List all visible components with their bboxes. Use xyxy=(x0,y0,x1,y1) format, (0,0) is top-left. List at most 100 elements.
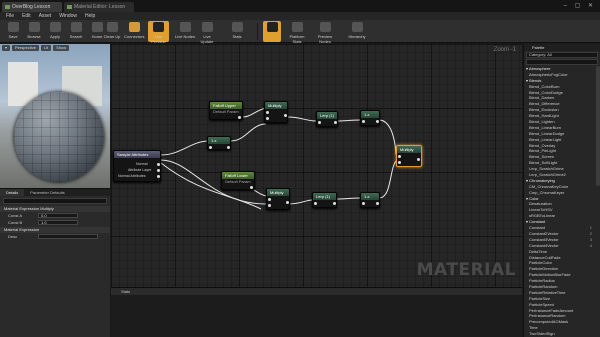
palette-item-label: Constant3Vector xyxy=(529,236,559,242)
material-graph[interactable]: Zoom -1 Sample Attributes Normal Attribu… xyxy=(111,44,522,287)
output-pin[interactable] xyxy=(157,163,160,166)
node-sample-attributes[interactable]: Sample Attributes Normal Attribute Layer… xyxy=(113,150,161,182)
tab-material-editor[interactable]: Material Editor: Lesson xyxy=(64,2,134,12)
palette-panel: Palette Category: All ▾ Atmosphere Atmosp… xyxy=(523,44,600,337)
pin-label: Normal Attributes xyxy=(118,174,146,178)
menu-asset[interactable]: Asset xyxy=(39,12,52,20)
clean-up-button[interactable]: Clean Up xyxy=(102,21,122,42)
const-a-input[interactable]: 0.0 xyxy=(38,213,78,218)
node-multiply-upper[interactable]: Multiply xyxy=(264,101,288,123)
palette-item[interactable]: TwoSidedSign xyxy=(524,331,600,337)
live-nodes-button[interactable]: Live Nodes xyxy=(175,21,195,42)
lit-button[interactable]: Lit xyxy=(40,45,52,51)
menu-window[interactable]: Window xyxy=(59,12,77,20)
platform-stats-button[interactable]: Platform Stats xyxy=(285,21,309,44)
live-update-button[interactable]: Live Update xyxy=(197,21,217,44)
input-pin[interactable] xyxy=(398,161,401,164)
input-pin[interactable] xyxy=(314,202,317,205)
save-button[interactable]: Save xyxy=(3,21,23,42)
palette-item-label: Blend_Darken xyxy=(529,95,555,101)
property-row: Const B 1.0 xyxy=(0,219,110,226)
hierarchy-button[interactable]: Hierarchy xyxy=(344,21,370,42)
menu-edit[interactable]: Edit xyxy=(22,12,31,20)
output-pin[interactable] xyxy=(333,202,336,205)
category-dropdown[interactable]: Category: All xyxy=(526,52,598,58)
property-label: Const A xyxy=(8,213,23,218)
platform-stats-toggle[interactable] xyxy=(263,21,281,42)
menu-help[interactable]: Help xyxy=(85,12,95,20)
home-icon xyxy=(91,22,103,32)
palette-item-label: Blend_Difference xyxy=(529,101,560,107)
input-pin[interactable] xyxy=(209,146,212,149)
node-multiply-final[interactable]: Multiply xyxy=(396,145,422,167)
node-one-minus[interactable]: 1-x xyxy=(207,136,231,150)
stats-tab[interactable]: Stats xyxy=(111,288,522,295)
node-subtitle: Default Param xyxy=(213,109,239,114)
node-title: Sample Attributes xyxy=(114,151,160,158)
tab-label: Material Editor: Lesson xyxy=(74,4,126,10)
desc-input[interactable] xyxy=(38,234,98,239)
output-pin[interactable] xyxy=(238,116,241,119)
output-pin[interactable] xyxy=(376,120,379,123)
node-falloff-upper[interactable]: Falloff Upper Default Param xyxy=(209,101,243,120)
output-pin[interactable] xyxy=(334,121,337,124)
node-lerp-lower[interactable]: Lerp (1) xyxy=(312,192,337,208)
preview-nodes-button[interactable]: Preview Nodes xyxy=(313,21,337,44)
property-row: Desc xyxy=(0,233,110,240)
connectors-button[interactable]: Connectors xyxy=(124,21,144,42)
palette-item-label: Time xyxy=(529,325,538,331)
input-pin[interactable] xyxy=(268,198,271,201)
palette-item-label: AtmosphericFogColor xyxy=(529,71,568,77)
node-one-minus-lower[interactable]: 1-x xyxy=(360,192,380,208)
node-title: 1-x xyxy=(208,137,230,144)
preview-viewport[interactable]: ▾ Perspective Lit Show xyxy=(0,44,110,188)
search-button[interactable]: Search xyxy=(66,21,86,42)
toolbar-label: Stats xyxy=(232,34,242,39)
palette-item-label: ParticleRadius xyxy=(529,278,555,284)
perspective-button[interactable]: Perspective xyxy=(12,45,39,51)
node-lerp-upper[interactable]: Lerp (1) xyxy=(316,111,338,127)
browse-button[interactable]: Browse xyxy=(24,21,44,42)
input-pin[interactable] xyxy=(266,111,269,114)
show-button[interactable]: Show xyxy=(53,45,70,51)
palette-tab[interactable]: Palette xyxy=(524,44,600,51)
palette-item-label: Blend_PinLight xyxy=(529,148,556,154)
palette-item-label: ▾ Atmosphere xyxy=(526,66,551,71)
output-pin[interactable] xyxy=(227,146,230,149)
node-multiply-lower[interactable]: Multiply xyxy=(266,188,290,210)
const-b-input[interactable]: 1.0 xyxy=(38,220,78,225)
output-pin[interactable] xyxy=(284,114,287,117)
node-one-minus-upper[interactable]: 1-x xyxy=(360,110,380,126)
tab-details[interactable]: Details xyxy=(0,189,25,196)
palette-search-input[interactable] xyxy=(526,59,598,65)
tab-level[interactable]: OverBlog Lesson xyxy=(2,2,62,12)
output-pin[interactable] xyxy=(157,169,160,172)
input-pin[interactable] xyxy=(362,120,365,123)
input-pin[interactable] xyxy=(362,202,365,205)
toolbar-label: Connectors xyxy=(124,34,145,39)
output-pin[interactable] xyxy=(157,175,160,178)
output-pin[interactable] xyxy=(250,186,253,189)
live-preview-button[interactable]: Live Preview xyxy=(148,21,169,44)
wire xyxy=(287,116,317,122)
toolbar: Save Browse Apply Search Home Clean Up C… xyxy=(0,20,600,44)
stats-panel: Stats xyxy=(111,287,522,337)
output-pin[interactable] xyxy=(376,202,379,205)
palette-item-label: Constant xyxy=(529,225,546,231)
details-search-input[interactable] xyxy=(3,198,107,204)
output-pin[interactable] xyxy=(286,201,289,204)
stats-button[interactable]: Stats xyxy=(224,21,250,42)
input-pin[interactable] xyxy=(268,204,271,207)
menu-file[interactable]: File xyxy=(6,12,14,20)
tab-parameter-defaults[interactable]: Parameter Defaults xyxy=(24,189,70,196)
node-falloff-lower[interactable]: Falloff Lower Default Param xyxy=(221,171,255,190)
input-pin[interactable] xyxy=(398,155,401,158)
window-controls[interactable]: – ▢ ✕ xyxy=(564,2,596,9)
apply-button[interactable]: Apply xyxy=(45,21,65,42)
input-pin[interactable] xyxy=(318,121,321,124)
input-pin[interactable] xyxy=(266,117,269,120)
output-pin[interactable] xyxy=(417,158,420,161)
toolbar-label: Search xyxy=(69,34,83,39)
viewport-menu-button[interactable]: ▾ xyxy=(2,45,11,51)
palette-scrollbar[interactable] xyxy=(596,66,600,186)
